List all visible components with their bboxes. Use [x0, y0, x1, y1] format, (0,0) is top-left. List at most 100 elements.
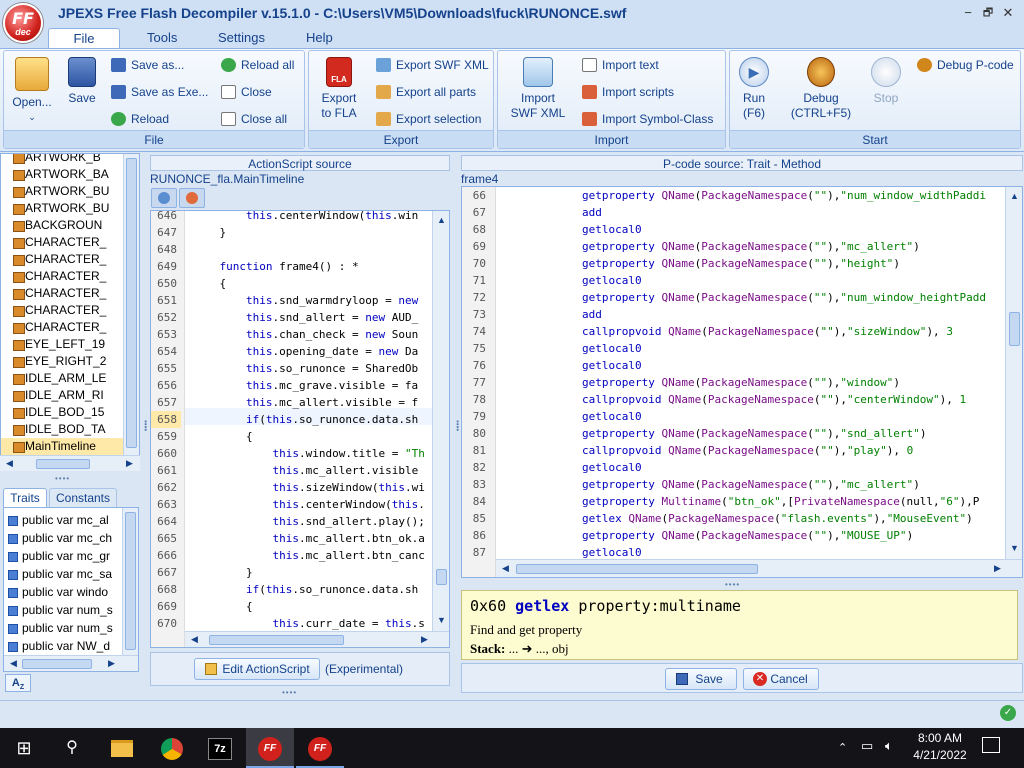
pcode-line[interactable]: 70 getproperty QName(PackageNamespace("")… [462, 255, 1005, 272]
trait-item[interactable]: public var windo [4, 583, 122, 601]
pcode-line[interactable]: 76 getlocal0 [462, 357, 1005, 374]
code-line[interactable]: 647 } [151, 224, 433, 241]
as-scroll-left-icon[interactable]: ◀ [187, 632, 202, 647]
pcode-line[interactable]: 78 callpropvoid QName(PackageNamespace(""… [462, 391, 1005, 408]
traits-scroll-left-icon[interactable]: ◀ [6, 656, 21, 671]
as-scroll-down-icon[interactable]: ▼ [434, 613, 449, 628]
code-line[interactable]: 654 this.opening_date = new Da [151, 343, 433, 360]
close-button[interactable]: Close [221, 82, 272, 102]
trait-item[interactable]: public var mc_ch [4, 529, 122, 547]
tree-item[interactable]: CHARACTER_ [1, 268, 123, 285]
pcode-scroll-left-icon[interactable]: ◀ [498, 561, 513, 576]
code-line[interactable]: 666 this.mc_allert.btn_canc [151, 547, 433, 564]
tree-item[interactable]: CHARACTER_ [1, 285, 123, 302]
tree-item[interactable]: ARTWORK_BA [1, 166, 123, 183]
code-line[interactable]: 657 this.mc_allert.visible = f [151, 394, 433, 411]
pcode-line[interactable]: 77 getproperty QName(PackageNamespace("")… [462, 374, 1005, 391]
code-line[interactable]: 661 this.mc_allert.visible [151, 462, 433, 479]
open-button[interactable]: Open... ⌄ [9, 57, 55, 125]
clock-time[interactable]: 8:00 AM [912, 731, 968, 745]
menu-tools[interactable]: Tools [133, 28, 191, 48]
tree-item[interactable]: ARTWORK_BU [1, 183, 123, 200]
tree-item[interactable]: BACKGROUN [1, 217, 123, 234]
code-line[interactable]: 667 } [151, 564, 433, 581]
7zip-icon[interactable]: 7z [196, 728, 244, 768]
tree-item[interactable]: ARTWORK_B [1, 154, 123, 166]
import-swf-xml-button[interactable]: Import SWF XML [506, 57, 570, 121]
tree-item[interactable]: IDLE_BOD_15 [1, 404, 123, 421]
as-scroll-right-icon[interactable]: ▶ [417, 632, 432, 647]
pcode-line[interactable]: 72 getproperty QName(PackageNamespace("")… [462, 289, 1005, 306]
pcode-line[interactable]: 66 getproperty QName(PackageNamespace("")… [462, 187, 1005, 204]
app-logo[interactable]: FF dec [3, 3, 43, 43]
export-selection-button[interactable]: Export selection [376, 109, 481, 129]
code-line[interactable]: 656 this.mc_grave.visible = fa [151, 377, 433, 394]
import-text-button[interactable]: Import text [582, 55, 659, 75]
trait-item[interactable]: public var mc_gr [4, 547, 122, 565]
run-button[interactable]: ▶ Run (F6) [734, 57, 774, 121]
menu-file[interactable]: File [48, 28, 120, 48]
traits-hscroll-thumb[interactable] [22, 659, 92, 669]
file-explorer-icon[interactable] [98, 728, 146, 768]
pcode-vscrollbar[interactable]: ▲ ▼ [1005, 187, 1022, 559]
splitter-grip-left[interactable]: •••• [55, 474, 70, 483]
debug-pcode-button[interactable]: Debug P-code [917, 55, 1014, 75]
as-vscroll-thumb[interactable] [436, 569, 447, 585]
edit-actionscript-button[interactable]: Edit ActionScript [194, 658, 320, 680]
pcode-line[interactable]: 85 getlex QName(PackageNamespace("flash.e… [462, 510, 1005, 527]
code-line[interactable]: 670 this.curr_date = this.s [151, 615, 433, 632]
menu-settings[interactable]: Settings [204, 28, 279, 48]
ffdec-taskbar-icon-2[interactable]: FF [296, 728, 344, 768]
pcode-line[interactable]: 68 getlocal0 [462, 221, 1005, 238]
pcode-line[interactable]: 81 callpropvoid QName(PackageNamespace(""… [462, 442, 1005, 459]
actionscript-editor[interactable]: 646 this.centerWindow(this.win 647 } 648 64… [150, 210, 450, 648]
tree-item-selected[interactable]: MainTimeline [1, 438, 123, 455]
traits-hscrollbar[interactable]: ◀ ▶ [4, 655, 138, 671]
trait-item[interactable]: public var num_s [4, 619, 122, 637]
pcode-hscrollbar[interactable]: ◀ ▶ [496, 559, 1022, 577]
tree-item[interactable]: IDLE_ARM_LE [1, 370, 123, 387]
pcode-scroll-down-icon[interactable]: ▼ [1007, 541, 1022, 556]
code-line[interactable]: 646 this.centerWindow(this.win [151, 211, 433, 224]
save-file-button[interactable]: Save [60, 57, 104, 106]
code-line[interactable]: 662 this.sizeWindow(this.wi [151, 479, 433, 496]
as-hscrollbar[interactable]: ◀ ▶ [185, 631, 449, 647]
code-line[interactable]: 663 this.centerWindow(this. [151, 496, 433, 513]
code-line[interactable]: 651 this.snd_warmdryloop = new [151, 292, 433, 309]
code-line[interactable]: 668 if(this.so_runonce.data.sh [151, 581, 433, 598]
restore-button[interactable]: 🗗 [977, 3, 999, 23]
tree-item[interactable]: ARTWORK_BU [1, 200, 123, 217]
save-as-button[interactable]: Save as... [111, 55, 184, 75]
trait-item[interactable]: public var mc_al [4, 511, 122, 529]
trait-item[interactable]: public var mc_sa [4, 565, 122, 583]
code-line[interactable]: 659 { [151, 428, 433, 445]
code-line[interactable]: 665 this.mc_allert.btn_ok.a [151, 530, 433, 547]
pcode-line[interactable]: 86 getproperty QName(PackageNamespace("")… [462, 527, 1005, 544]
clock-date[interactable]: 4/21/2022 [908, 748, 972, 762]
export-to-fla-button[interactable]: FLA Export to FLA [313, 57, 365, 121]
tree-item[interactable]: CHARACTER_ [1, 319, 123, 336]
trait-item[interactable]: public var NW_d [4, 637, 122, 655]
pcode-editor[interactable]: 66 getproperty QName(PackageNamespace("")… [461, 186, 1023, 578]
as-scroll-up-icon[interactable]: ▲ [434, 213, 449, 228]
code-line[interactable]: 658 if(this.so_runonce.data.sh [151, 411, 433, 428]
as-vscrollbar[interactable]: ▲ ▼ [432, 211, 449, 631]
cancel-button[interactable]: ✕ Cancel [743, 668, 819, 690]
pcode-line[interactable]: 74 callpropvoid QName(PackageNamespace(""… [462, 323, 1005, 340]
close-all-button[interactable]: Close all [221, 109, 287, 129]
traits-vscroll-thumb[interactable] [125, 512, 136, 650]
splitter-grip-bottom[interactable]: •••• [282, 688, 297, 697]
as-hscroll-thumb[interactable] [209, 635, 344, 645]
save-pcode-button[interactable]: Save [665, 668, 737, 690]
as-tool-button-2[interactable] [179, 188, 205, 208]
pcode-line[interactable]: 69 getproperty QName(PackageNamespace("")… [462, 238, 1005, 255]
import-symbol-class-button[interactable]: Import Symbol-Class [582, 109, 713, 129]
code-line[interactable]: 660 this.window.title = "Th [151, 445, 433, 462]
ffdec-taskbar-icon-1[interactable]: FF [246, 728, 294, 768]
traits-vscrollbar[interactable] [122, 508, 138, 656]
reload-button[interactable]: Reload [111, 109, 169, 129]
pcode-line[interactable]: 75 getlocal0 [462, 340, 1005, 357]
code-line[interactable]: 648 [151, 241, 433, 258]
trait-item[interactable]: public var num_s [4, 601, 122, 619]
as-tool-button-1[interactable] [151, 188, 177, 208]
